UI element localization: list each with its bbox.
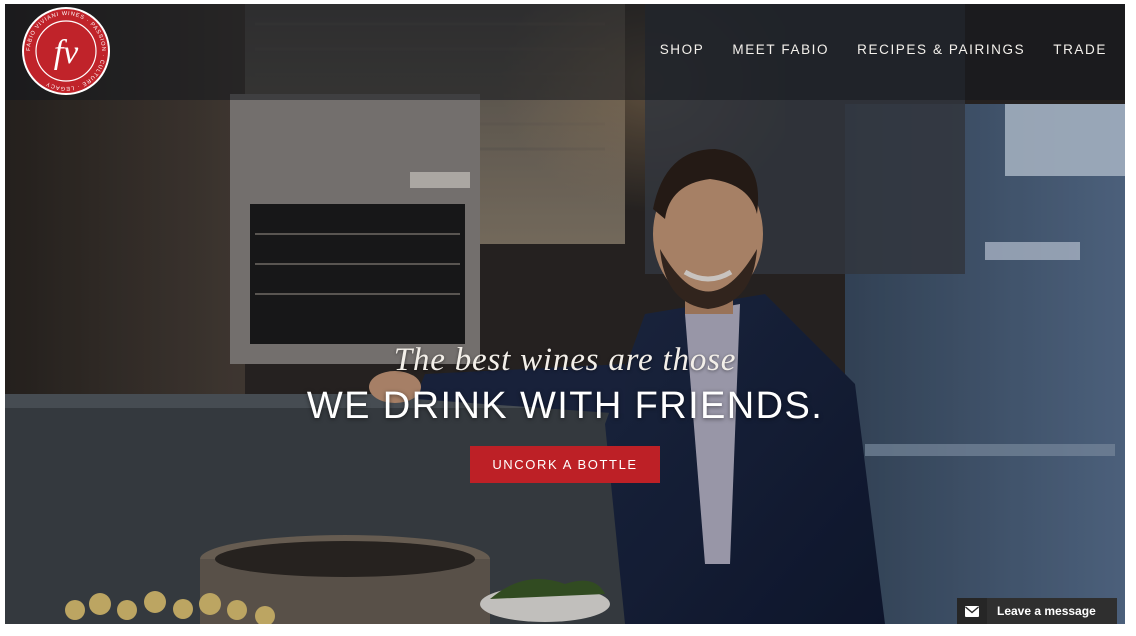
nav-item-meet-fabio[interactable]: MEET FABIO bbox=[732, 42, 829, 57]
logo-monogram: fv bbox=[54, 34, 79, 71]
site-header: FABIO VIVIANI WINES · PASSION · CULTURE … bbox=[5, 4, 1125, 100]
hero-headline: WE DRINK WITH FRIENDS. bbox=[306, 385, 824, 427]
page-frame: FABIO VIVIANI WINES · PASSION · CULTURE … bbox=[5, 4, 1125, 624]
chat-label: Leave a message bbox=[997, 604, 1096, 618]
leave-a-message-widget[interactable]: Leave a message bbox=[957, 598, 1117, 624]
hero-content: The best wines are those WE DRINK WITH F… bbox=[5, 342, 1125, 483]
hero-tagline: The best wines are those bbox=[393, 342, 737, 378]
uncork-a-bottle-button[interactable]: UNCORK A BOTTLE bbox=[470, 446, 660, 483]
main-nav: SHOP MEET FABIO RECIPES & PAIRINGS TRADE bbox=[660, 42, 1107, 57]
nav-item-recipes-pairings[interactable]: RECIPES & PAIRINGS bbox=[857, 42, 1025, 57]
nav-item-shop[interactable]: SHOP bbox=[660, 42, 705, 57]
nav-item-trade[interactable]: TRADE bbox=[1053, 42, 1107, 57]
brand-logo[interactable]: FABIO VIVIANI WINES · PASSION · CULTURE … bbox=[21, 6, 111, 96]
envelope-icon bbox=[957, 598, 987, 624]
